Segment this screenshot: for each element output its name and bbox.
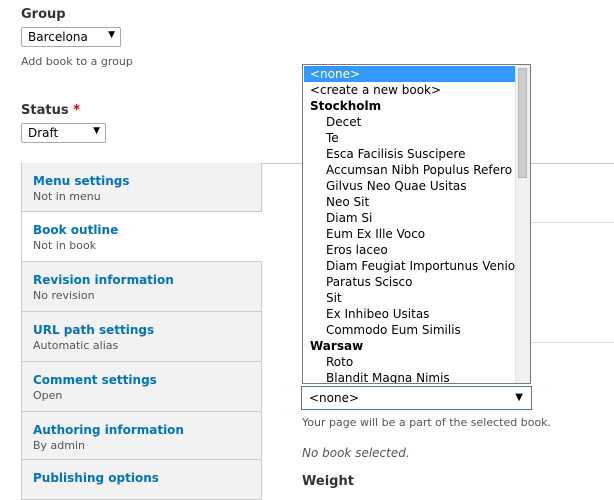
dropdown-option[interactable]: Blandit Magna Nimis: [304, 370, 530, 383]
tab-summary: Not in menu: [33, 190, 101, 203]
tab-title: Comment settings: [33, 373, 157, 387]
book-dropdown-list[interactable]: <none> <create a new book> Stockholm Dec…: [302, 64, 531, 384]
dropdown-option[interactable]: Paratus Scisco: [304, 274, 530, 290]
tab-summary: By admin: [33, 439, 86, 452]
tab-summary: Automatic alias: [33, 339, 119, 352]
dropdown-option[interactable]: Neo Sit: [304, 194, 530, 210]
tab-summary: No revision: [33, 289, 95, 302]
tab-menu-settings[interactable]: Menu settings Not in menu: [21, 163, 262, 212]
weight-label: Weight: [302, 474, 354, 489]
chevron-down-icon: ▼: [93, 126, 100, 136]
dropdown-option[interactable]: Ex Inhibeo Usitas: [304, 306, 530, 322]
vertical-tabs: Menu settings Not in menu Book outline N…: [21, 163, 262, 500]
dropdown-option[interactable]: Eum Ex Ille Voco: [304, 226, 530, 242]
dropdown-scrollbar[interactable]: [515, 65, 530, 383]
group-description: Add book to a group: [21, 55, 133, 68]
no-book-message: No book selected.: [302, 446, 410, 460]
divider: [531, 342, 614, 343]
dropdown-option[interactable]: Diam Si: [304, 210, 530, 226]
group-label: Group: [21, 7, 66, 22]
dropdown-option[interactable]: Te: [304, 130, 530, 146]
divider: [531, 222, 614, 223]
scrollbar-thumb[interactable]: [518, 68, 527, 178]
status-label: Status *: [21, 103, 80, 118]
tab-comment-settings[interactable]: Comment settings Open: [21, 362, 262, 412]
dropdown-option[interactable]: <none>: [304, 66, 523, 82]
book-help-text: Your page will be a part of the selected…: [302, 416, 552, 429]
tab-title: Book outline: [33, 223, 119, 237]
dropdown-option[interactable]: Roto: [304, 354, 530, 370]
tab-title: Authoring information: [33, 423, 184, 437]
dropdown-option[interactable]: Decet: [304, 114, 530, 130]
tab-url-path-settings[interactable]: URL path settings Automatic alias: [21, 312, 262, 362]
required-marker: *: [73, 103, 80, 118]
tab-summary: Not in book: [33, 239, 97, 252]
tab-title: Revision information: [33, 273, 174, 287]
dropdown-option[interactable]: <create a new book>: [304, 82, 523, 98]
dropdown-option[interactable]: Diam Feugiat Importunus Venio: [304, 258, 530, 274]
dropdown-option[interactable]: Eros laceo: [304, 242, 530, 258]
chevron-down-icon: ▼: [515, 392, 523, 403]
chevron-down-icon: ▼: [108, 30, 115, 40]
book-select[interactable]: <none> ▼: [301, 386, 532, 410]
dropdown-option[interactable]: Sit: [304, 290, 530, 306]
tab-publishing-options[interactable]: Publishing options: [21, 460, 262, 500]
tab-title: Publishing options: [33, 471, 159, 485]
status-select[interactable]: Draft ▼: [21, 123, 106, 143]
tab-book-outline[interactable]: Book outline Not in book: [21, 212, 262, 262]
dropdown-option[interactable]: Esca Facilisis Suscipere: [304, 146, 530, 162]
dropdown-option[interactable]: Accumsan Nibh Populus Refero: [304, 162, 530, 178]
dropdown-option[interactable]: Commodo Eum Similis: [304, 322, 530, 338]
tab-revision-information[interactable]: Revision information No revision: [21, 262, 262, 312]
dropdown-optgroup: Warsaw: [310, 339, 364, 353]
group-select[interactable]: Barcelona ▼: [21, 27, 121, 47]
status-select-value: Draft: [28, 126, 59, 140]
group-select-value: Barcelona: [28, 30, 88, 44]
dropdown-optgroup: Stockholm: [310, 99, 382, 113]
dropdown-option[interactable]: Gilvus Neo Quae Usitas: [304, 178, 530, 194]
tab-title: URL path settings: [33, 323, 155, 337]
tab-authoring-information[interactable]: Authoring information By admin: [21, 412, 262, 460]
book-select-value: <none>: [309, 391, 360, 405]
tab-title: Menu settings: [33, 174, 130, 188]
tab-summary: Open: [33, 389, 63, 402]
